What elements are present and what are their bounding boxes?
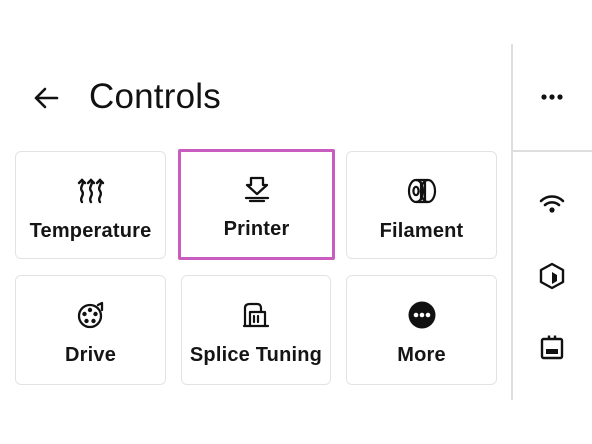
page-title: Controls <box>89 77 221 116</box>
more-label: More <box>397 344 446 366</box>
device-button[interactable] <box>532 327 572 367</box>
printer-tile[interactable]: Printer <box>178 149 335 260</box>
drive-gear-icon <box>74 298 108 332</box>
filament-label: Filament <box>379 220 464 242</box>
cube-icon <box>539 262 565 290</box>
arrow-left-icon <box>34 87 59 109</box>
splice-tuning-tile[interactable]: Splice Tuning <box>181 275 331 385</box>
printer-label: Printer <box>223 218 290 240</box>
splice-tuning-label: Splice Tuning <box>189 344 323 366</box>
wifi-icon <box>539 195 565 213</box>
drive-label: Drive <box>64 344 117 366</box>
splice-tuning-icon <box>239 298 273 332</box>
device-icon <box>540 335 564 360</box>
wifi-button[interactable] <box>532 184 572 224</box>
printer-nozzle-icon <box>240 172 274 206</box>
sidebar-divider <box>511 44 513 400</box>
more-tile[interactable]: More <box>346 275 497 385</box>
heat-waves-icon <box>74 174 108 208</box>
temperature-tile[interactable]: Temperature <box>15 151 166 259</box>
overflow-menu-button[interactable] <box>532 77 572 117</box>
more-circle-icon <box>405 298 439 332</box>
more-horizontal-icon <box>541 94 563 100</box>
filament-spool-icon <box>405 174 439 208</box>
object-button[interactable] <box>532 256 572 296</box>
filament-tile[interactable]: Filament <box>346 151 497 259</box>
back-button[interactable] <box>28 80 64 116</box>
sidebar-header-divider <box>511 150 592 152</box>
temperature-label: Temperature <box>29 220 152 242</box>
drive-tile[interactable]: Drive <box>15 275 166 385</box>
